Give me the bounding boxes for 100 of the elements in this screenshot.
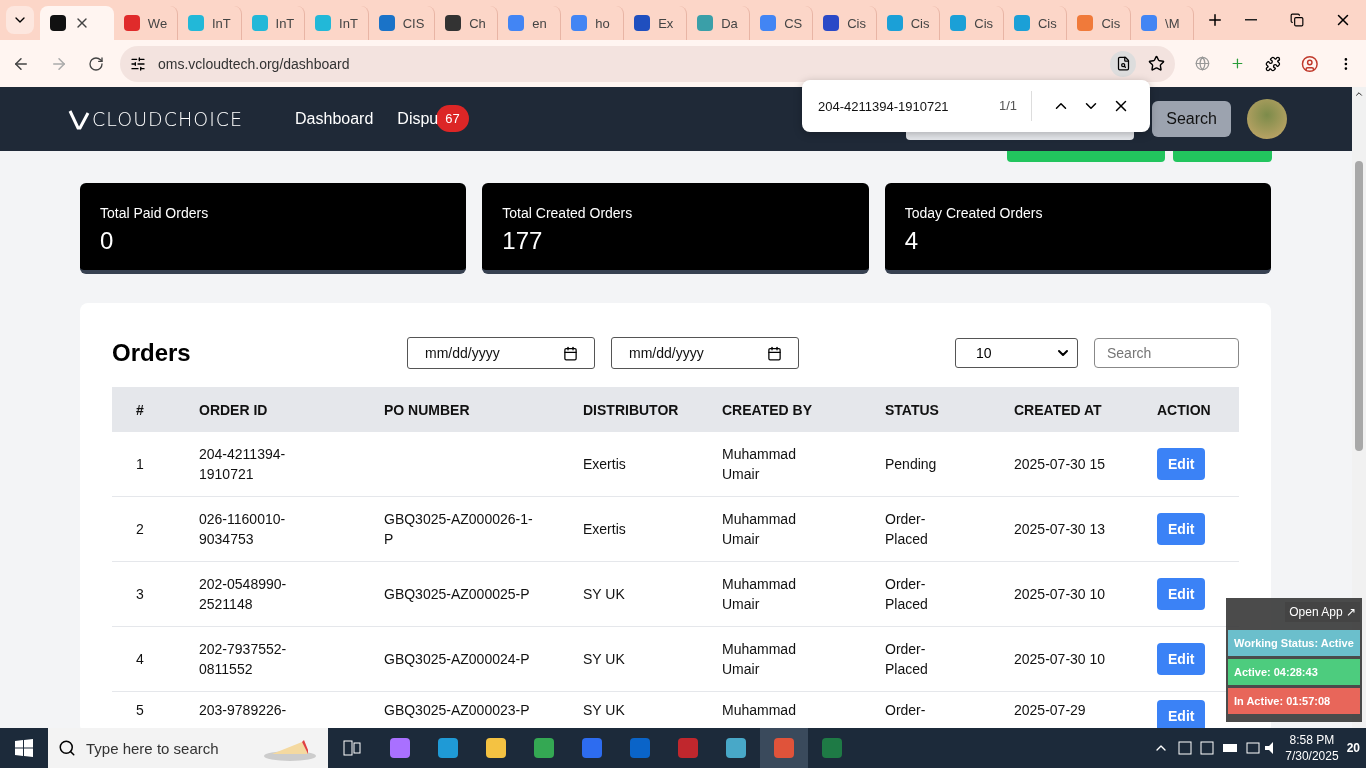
notification-count[interactable]: 20 <box>1346 741 1360 755</box>
column-header: DISTRIBUTOR <box>583 401 680 418</box>
nav-link[interactable]: Dispu <box>397 110 439 128</box>
open-app-button[interactable]: Open App ↗ <box>1285 602 1360 622</box>
tab-title: CIS <box>402 15 425 31</box>
match-count: 1/1 <box>998 91 1032 121</box>
tab-title: Cis <box>1101 15 1121 31</box>
table-cell-text: Order-Placed <box>885 640 929 679</box>
tracker-status: Working Status: Active <box>1228 630 1360 656</box>
table-cell-text: GBQ3025-AZ000024-P <box>384 650 531 669</box>
edit-button[interactable]: Edit <box>1157 700 1206 728</box>
table-cell-text: 202-7937552-0811552 <box>199 640 288 679</box>
table-cell-text: SY UK <box>583 650 626 669</box>
page-size-select[interactable]: 10 <box>955 338 1078 368</box>
table-cell-text: 026-1160010-9034753 <box>199 510 287 549</box>
find-in-page-button[interactable] <box>1110 50 1136 77</box>
column-header: STATUS <box>885 401 940 418</box>
reload-button[interactable] <box>88 55 104 72</box>
stat-label: Total Created Orders <box>502 205 634 221</box>
table-cell-text: Order-Placed <box>885 575 929 614</box>
clock[interactable]: 8:58 PM 7/30/2025 <box>1285 732 1339 764</box>
find-query[interactable]: 204-4211394-1910721 <box>818 98 999 114</box>
stat-label: Total Paid Orders <box>100 205 210 221</box>
tab-title: ho <box>595 15 610 31</box>
bookmark-icon[interactable] <box>1148 55 1165 72</box>
scroll-up-icon[interactable] <box>1354 89 1364 99</box>
orders-title: Orders <box>112 339 192 367</box>
search-button[interactable]: Search <box>1152 101 1231 137</box>
table-cell-text: 3 <box>135 585 145 604</box>
table-cell-text: 2025-07-30 10 <box>1014 585 1106 604</box>
table-cell-text: 2025-07-30 10 <box>1014 650 1106 669</box>
calendar-icon[interactable] <box>563 345 578 361</box>
file-search-icon <box>1115 56 1131 71</box>
search-field[interactable]: Search <box>1094 338 1239 368</box>
table-cell-text: Order-Placed <box>885 510 929 549</box>
table-cell-text: Muhammad Umair <box>722 640 797 679</box>
stat-value: 4 <box>904 227 919 255</box>
avatar-photo[interactable] <box>1247 99 1287 139</box>
taskbar-search-field[interactable]: Type here to search <box>48 728 328 768</box>
restore-icon <box>1290 13 1305 27</box>
table-cell-text: Muhammad Umair <box>722 575 797 614</box>
tab-title: We <box>147 15 168 31</box>
nav-link[interactable]: Dashboard <box>295 110 374 128</box>
table-cell-text: Muhammad <box>722 701 797 720</box>
table-cell-text: 202-0548990-2521148 <box>199 575 288 614</box>
tab-title: Da <box>721 15 738 31</box>
tab-title: Ex <box>658 15 674 31</box>
tab-list-button[interactable] <box>6 6 34 34</box>
address-bar[interactable]: oms.vcloudtech.org/dashboard <box>120 45 1175 82</box>
calendar-icon[interactable] <box>767 345 782 361</box>
extensions-icon[interactable] <box>1264 54 1281 73</box>
edit-button[interactable]: Edit <box>1157 513 1206 545</box>
table-cell-text: Pending <box>885 455 938 474</box>
globe-icon[interactable] <box>1195 55 1210 72</box>
column-header: CREATED BY <box>722 401 813 418</box>
table-cell-text: 2025-07-30 15 <box>1014 455 1106 474</box>
browser-tab[interactable] <box>39 6 114 40</box>
logo-text: CLOUDCHOICE <box>92 108 244 130</box>
tracker-status: Active: 04:28:43 <box>1228 659 1360 685</box>
table-cell-text: Exertis <box>583 520 627 539</box>
table-cell-text: Muhammad Umair <box>722 510 797 549</box>
column-header: ORDER ID <box>199 401 269 418</box>
task-view-icon <box>343 740 361 756</box>
stat-label: Today Created Orders <box>904 205 1044 221</box>
site-settings-icon[interactable] <box>130 55 146 72</box>
table-cell-text: 2025-07-29 <box>1014 701 1087 720</box>
column-header: CREATED AT <box>1014 401 1103 418</box>
table-cell-text: 2025-07-30 13 <box>1014 520 1106 539</box>
column-header: PO NUMBER <box>384 401 471 418</box>
tab-title: InT <box>211 15 231 31</box>
table-cell-text: Order- <box>885 701 927 720</box>
logo-mark-icon <box>68 108 90 130</box>
table-cell-text: SY UK <box>583 585 626 604</box>
tracker-status: In Active: 01:57:08 <box>1228 688 1360 714</box>
table-cell-text: Muhammad Umair <box>722 445 797 484</box>
tab-title: \M <box>1165 15 1180 31</box>
table-cell-text: GBQ3025-AZ000025-P <box>384 585 531 604</box>
table-cell-text: SY UK <box>583 701 626 720</box>
stat-value: 0 <box>100 227 115 255</box>
table-cell-text: Exertis <box>583 455 627 474</box>
edit-button[interactable]: Edit <box>1157 448 1206 480</box>
table-cell-text: GBQ3025-AZ000023-P <box>384 701 531 720</box>
edit-button[interactable]: Edit <box>1157 578 1206 610</box>
tab-title: Ch <box>469 15 486 31</box>
date-field[interactable]: mm/dd/yyyy <box>611 337 799 369</box>
date-field[interactable]: mm/dd/yyyy <box>407 337 595 369</box>
url-text: oms.vcloudtech.org/dashboard <box>158 55 351 72</box>
tab-title: Cis <box>974 15 994 31</box>
minimize-icon <box>1245 19 1258 21</box>
profile-icon[interactable] <box>1300 53 1319 74</box>
tab-title: InT <box>339 15 358 31</box>
search-icon <box>58 739 76 757</box>
count-badge: 67 <box>436 104 469 132</box>
tab-title: Cis <box>1037 15 1057 31</box>
table-cell-text: 4 <box>135 650 145 669</box>
column-header: # <box>135 401 145 418</box>
edit-button[interactable]: Edit <box>1157 643 1206 675</box>
table-cell-text: 2 <box>135 520 145 539</box>
tab-title: InT <box>275 15 295 31</box>
tab-title: Cis <box>910 15 930 31</box>
